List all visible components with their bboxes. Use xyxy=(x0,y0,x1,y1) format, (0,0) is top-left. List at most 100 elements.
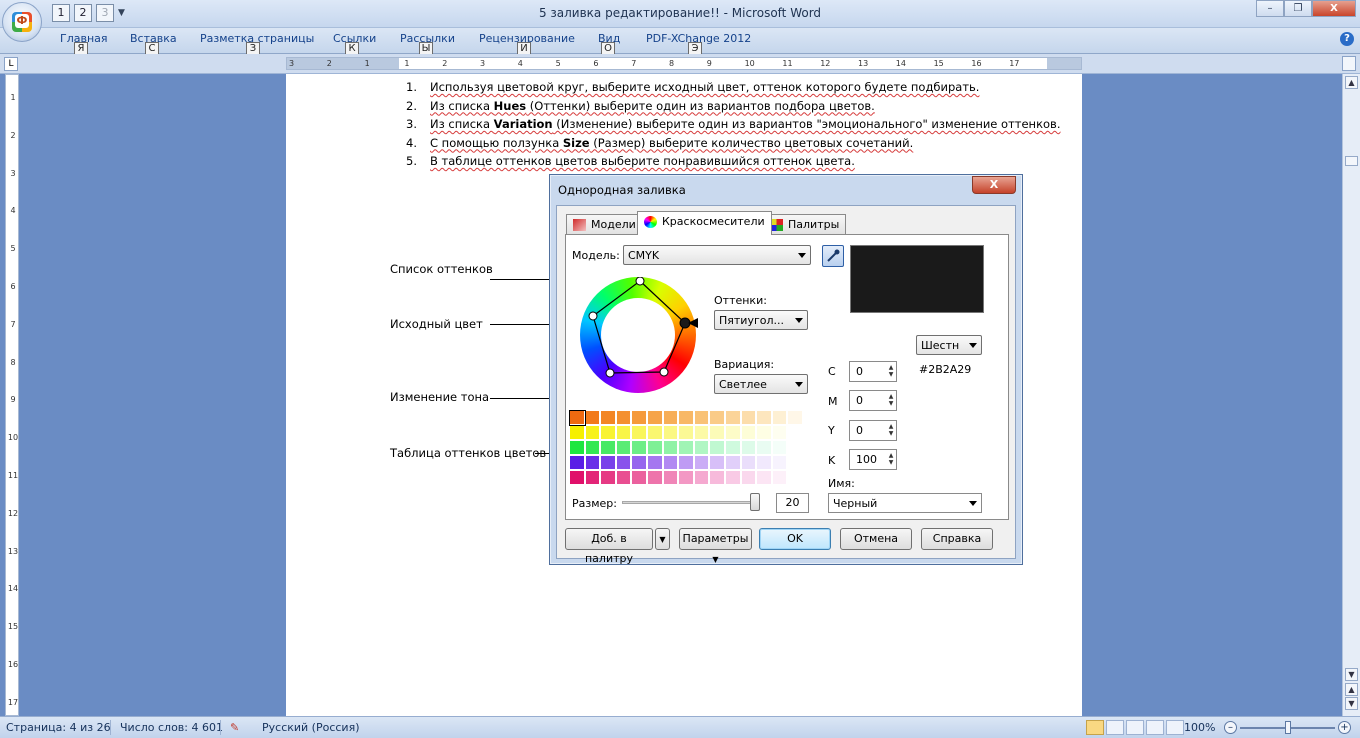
ok-button[interactable]: OK xyxy=(759,528,831,550)
shade-cell[interactable] xyxy=(757,411,772,425)
next-page-icon[interactable]: ▼ xyxy=(1345,697,1358,710)
shade-cell[interactable] xyxy=(788,456,803,470)
shade-cell[interactable] xyxy=(694,411,710,425)
shade-cell[interactable] xyxy=(570,426,585,440)
web-layout-icon[interactable] xyxy=(1126,720,1144,735)
shade-cell[interactable] xyxy=(601,456,616,470)
shade-cell[interactable] xyxy=(772,426,788,440)
shade-cell[interactable] xyxy=(694,426,710,440)
shade-cell[interactable] xyxy=(710,441,725,455)
zoom-slider-thumb[interactable] xyxy=(1284,721,1291,734)
shade-cell[interactable] xyxy=(741,471,757,485)
shade-cell[interactable] xyxy=(694,471,710,485)
shade-cell[interactable] xyxy=(679,441,694,455)
channel-y-input[interactable]: 0 ▲ ▼ xyxy=(849,420,897,441)
scroll-thumb[interactable] xyxy=(1345,156,1358,166)
shade-cell[interactable] xyxy=(772,411,788,425)
zoom-in-icon[interactable]: + xyxy=(1338,721,1351,734)
shade-cell[interactable] xyxy=(632,471,647,485)
word-count[interactable]: Число слов: 4 601 xyxy=(120,721,223,734)
spinner-icon[interactable]: ▲ ▼ xyxy=(888,452,894,467)
shade-cell[interactable] xyxy=(569,410,586,426)
options-button[interactable]: Параметры ▼ xyxy=(679,528,752,564)
office-button[interactable]: Ф xyxy=(2,2,42,42)
channel-m-input[interactable]: 0 ▲ ▼ xyxy=(849,390,897,411)
shade-cell[interactable] xyxy=(679,471,694,485)
shade-cell[interactable] xyxy=(726,441,741,455)
scroll-down-icon[interactable]: ▼ xyxy=(1345,668,1358,681)
shade-cell[interactable] xyxy=(741,426,757,440)
shade-cell[interactable] xyxy=(772,471,788,485)
shade-cell[interactable] xyxy=(679,456,694,470)
page-indicator[interactable]: Страница: 4 из 26 xyxy=(6,721,111,734)
shade-cell[interactable] xyxy=(757,441,772,455)
shade-cell[interactable] xyxy=(710,456,725,470)
shade-cell[interactable] xyxy=(663,456,679,470)
horizontal-ruler[interactable]: 3 2 1 1 2 3 4 5 6 7 8 9 10 11 12 13 14 15 16 17 xyxy=(286,57,1082,70)
shade-cell[interactable] xyxy=(757,456,772,470)
shade-cell[interactable] xyxy=(570,441,585,455)
shade-cell[interactable] xyxy=(616,471,632,485)
shade-cell[interactable] xyxy=(710,471,725,485)
print-layout-view-icon[interactable] xyxy=(1086,720,1104,735)
shade-cell[interactable] xyxy=(772,456,788,470)
shade-cell[interactable] xyxy=(601,426,616,440)
shade-cell[interactable] xyxy=(726,426,741,440)
channel-c-input[interactable]: 0 ▲ ▼ xyxy=(849,361,897,382)
shade-cell[interactable] xyxy=(694,441,710,455)
shade-cell[interactable] xyxy=(616,456,632,470)
shade-cell[interactable] xyxy=(648,426,663,440)
shade-cell[interactable] xyxy=(585,411,601,425)
spinner-icon[interactable]: ▲ ▼ xyxy=(888,423,894,438)
vertical-ruler[interactable]: 1 2 3 4 5 6 7 8 9 10 11 12 13 14 15 16 17 xyxy=(5,74,19,716)
language-indicator[interactable]: Русский (Россия) xyxy=(262,721,360,734)
prev-page-icon[interactable]: ▲ xyxy=(1345,683,1358,696)
size-value[interactable]: 20 xyxy=(776,493,809,513)
shade-cell[interactable] xyxy=(757,471,772,485)
shade-cell[interactable] xyxy=(694,456,710,470)
shade-cell[interactable] xyxy=(585,426,601,440)
shade-cell[interactable] xyxy=(570,471,585,485)
restore-button[interactable]: ❐ xyxy=(1284,0,1312,17)
shade-cell[interactable] xyxy=(648,471,663,485)
shade-cell[interactable] xyxy=(788,411,803,425)
size-slider-track[interactable] xyxy=(622,501,758,504)
view-ruler-button[interactable] xyxy=(1342,56,1356,71)
shade-cell[interactable] xyxy=(710,426,725,440)
shade-cell[interactable] xyxy=(772,441,788,455)
shade-cell[interactable] xyxy=(632,456,647,470)
zoom-out-icon[interactable]: – xyxy=(1224,721,1237,734)
spinner-icon[interactable]: ▲ ▼ xyxy=(888,364,894,379)
dialog-close-button[interactable]: X xyxy=(972,176,1016,194)
tab-models[interactable]: Модели xyxy=(566,214,643,234)
shade-cell[interactable] xyxy=(648,411,663,425)
shade-cell[interactable] xyxy=(788,441,803,455)
shade-cell[interactable] xyxy=(632,426,647,440)
hues-select[interactable]: Пятиугол... xyxy=(714,310,808,330)
shade-cell[interactable] xyxy=(663,411,679,425)
close-button[interactable]: X xyxy=(1312,0,1356,17)
shade-cell[interactable] xyxy=(648,456,663,470)
shade-cell[interactable] xyxy=(726,456,741,470)
shade-table[interactable] xyxy=(569,410,810,487)
model-select[interactable]: CMYK xyxy=(623,245,811,265)
shade-cell[interactable] xyxy=(788,426,803,440)
shade-cell[interactable] xyxy=(570,456,585,470)
name-select[interactable]: Черный xyxy=(828,493,982,513)
shade-cell[interactable] xyxy=(710,411,725,425)
shade-cell[interactable] xyxy=(741,441,757,455)
shade-cell[interactable] xyxy=(601,471,616,485)
shade-cell[interactable] xyxy=(663,471,679,485)
shade-cell[interactable] xyxy=(741,456,757,470)
variation-select[interactable]: Светлее xyxy=(714,374,808,394)
shade-cell[interactable] xyxy=(632,411,647,425)
shade-cell[interactable] xyxy=(585,441,601,455)
shade-cell[interactable] xyxy=(585,471,601,485)
tab-palettes[interactable]: Палитры xyxy=(763,214,847,234)
shade-cell[interactable] xyxy=(726,471,741,485)
shade-cell[interactable] xyxy=(679,411,694,425)
shade-cell[interactable] xyxy=(601,441,616,455)
zoom-level[interactable]: 100% xyxy=(1184,721,1215,734)
add-to-palette-button[interactable]: Доб. в палитру xyxy=(565,528,653,565)
help-icon[interactable]: ? xyxy=(1340,32,1354,46)
